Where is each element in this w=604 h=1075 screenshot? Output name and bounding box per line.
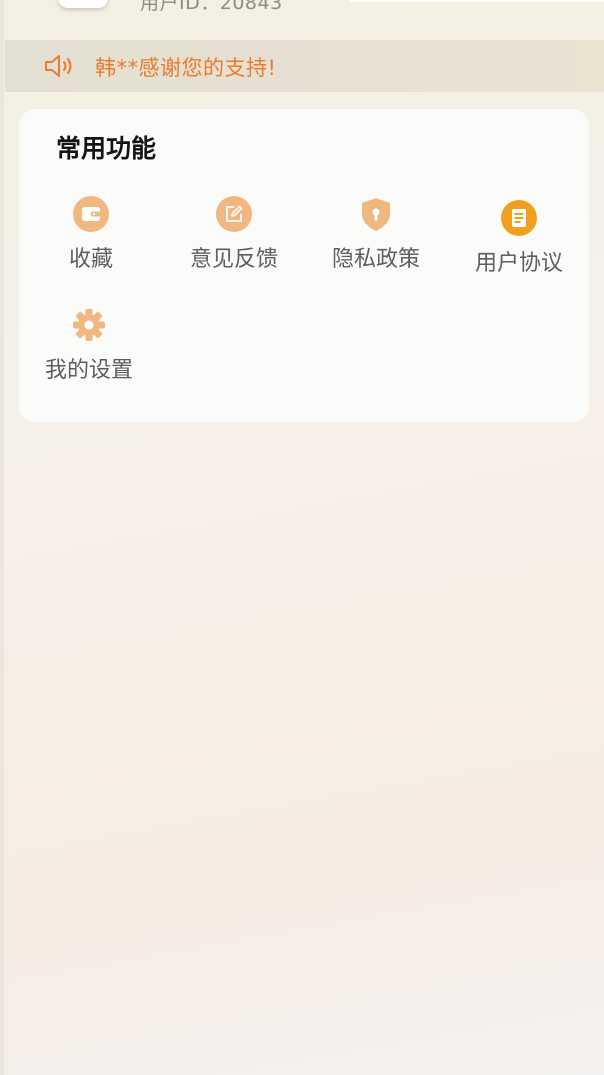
header-divider xyxy=(350,0,604,2)
profile-header: 用户ID：20843 xyxy=(0,0,604,40)
notice-bar: 韩**感谢您的支持! xyxy=(5,40,604,92)
section-title: 常用功能 xyxy=(56,134,157,163)
edit-icon xyxy=(216,196,252,232)
settings-label: 我的设置 xyxy=(44,358,133,383)
favorites-label: 收藏 xyxy=(68,247,113,272)
gear-icon xyxy=(73,309,105,341)
document-icon xyxy=(501,200,537,236)
user-id-text: 用户ID：20843 xyxy=(140,0,283,14)
user-agreement-button[interactable]: 用户协议 xyxy=(449,199,589,277)
avatar[interactable] xyxy=(58,0,108,8)
common-functions-card: 常用功能 收藏 意见反馈 隐私政策 用户协议 我的设置 xyxy=(19,109,589,422)
feedback-button[interactable]: 意见反馈 xyxy=(164,195,304,273)
notice-text: 韩**感谢您的支持! xyxy=(95,56,277,80)
favorites-button[interactable]: 收藏 xyxy=(21,195,161,273)
wallet-icon xyxy=(73,196,109,232)
shield-icon xyxy=(362,198,390,231)
privacy-policy-label: 隐私政策 xyxy=(331,247,420,272)
page-edge xyxy=(0,0,4,1075)
speaker-icon xyxy=(45,55,72,77)
settings-button[interactable]: 我的设置 xyxy=(19,306,159,384)
privacy-policy-button[interactable]: 隐私政策 xyxy=(306,195,446,273)
feedback-label: 意见反馈 xyxy=(189,247,278,272)
user-agreement-label: 用户协议 xyxy=(474,251,563,276)
